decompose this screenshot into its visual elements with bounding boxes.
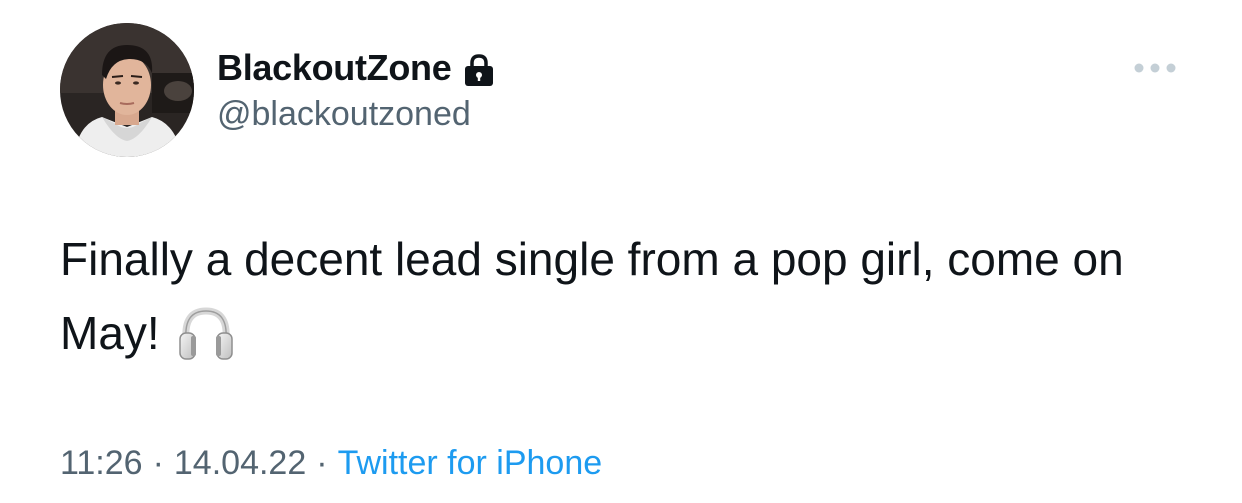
lock-icon <box>463 53 495 87</box>
meta-separator: · <box>316 444 328 482</box>
tweet-time: 11:26 <box>60 444 143 482</box>
tweet-meta: 11:26 · 14.04.22 · Twitter for iPhone <box>60 444 602 483</box>
tweet-date: 14.04.22 <box>173 444 307 482</box>
headphones-icon <box>178 305 234 363</box>
avatar-image <box>60 23 194 157</box>
more-dots-icon[interactable] <box>1130 56 1180 80</box>
author-handle[interactable]: @blackoutzoned <box>217 95 471 134</box>
author-name-row: BlackoutZone <box>217 46 495 90</box>
display-name[interactable]: BlackoutZone <box>217 47 452 89</box>
tweet-text: Finally a decent lead single from a pop … <box>60 222 1200 370</box>
avatar[interactable] <box>60 23 194 157</box>
tweet-card: BlackoutZone @blackoutzoned Finally a de… <box>0 0 1242 503</box>
meta-separator: · <box>152 444 164 482</box>
tweet-source-link[interactable]: Twitter for iPhone <box>338 444 603 482</box>
